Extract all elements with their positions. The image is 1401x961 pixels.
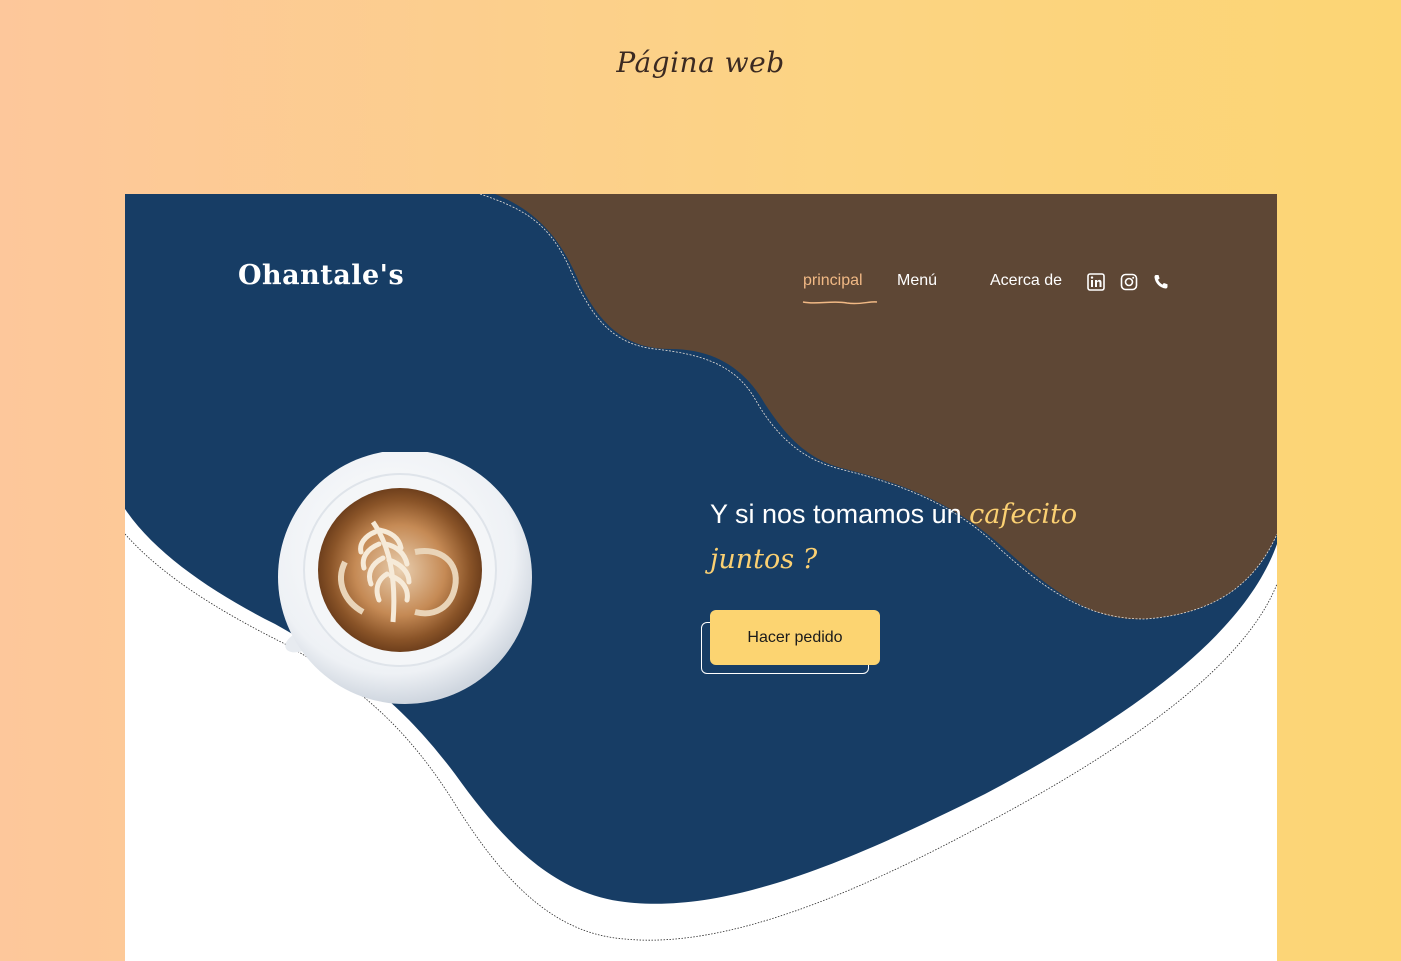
linkedin-icon[interactable]	[1087, 273, 1105, 291]
coffee-cup-image	[278, 452, 532, 704]
website-mockup: Ohantale's principal Menú Acerca de Y si…	[125, 194, 1277, 961]
order-button[interactable]: Hacer pedido	[710, 610, 880, 665]
hero-headline-script-2: juntos ?	[710, 544, 818, 575]
nav-link-acerca-de[interactable]: Acerca de	[990, 272, 1062, 290]
nav-link-menu[interactable]: Menú	[897, 272, 937, 290]
hero-headline: Y si nos tomamos un cafecito juntos ?	[710, 492, 1180, 582]
phone-icon[interactable]	[1152, 273, 1170, 291]
hero-headline-script-1: cafecito	[969, 499, 1078, 530]
nav-active-underline	[802, 301, 878, 305]
site-logo[interactable]: Ohantale's	[238, 260, 404, 291]
nav-link-principal[interactable]: principal	[803, 272, 863, 290]
instagram-icon[interactable]	[1120, 273, 1138, 291]
page-heading: Página web	[616, 46, 785, 79]
hero-headline-plain: Y si nos tomamos un	[710, 499, 970, 529]
